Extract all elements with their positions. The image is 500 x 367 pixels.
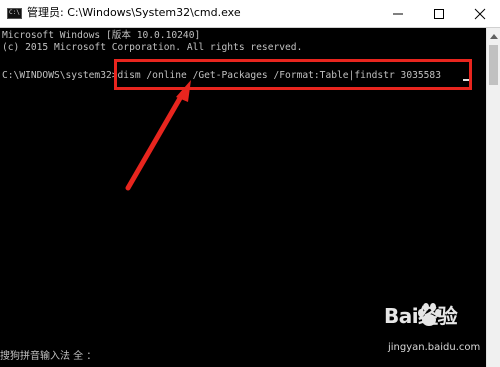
watermark-site: jingyan.baidu.com	[388, 342, 481, 353]
paw-icon	[418, 303, 441, 326]
baidu-jingyan-watermark: Bai经验 jingyan.baidu.com	[384, 300, 496, 364]
